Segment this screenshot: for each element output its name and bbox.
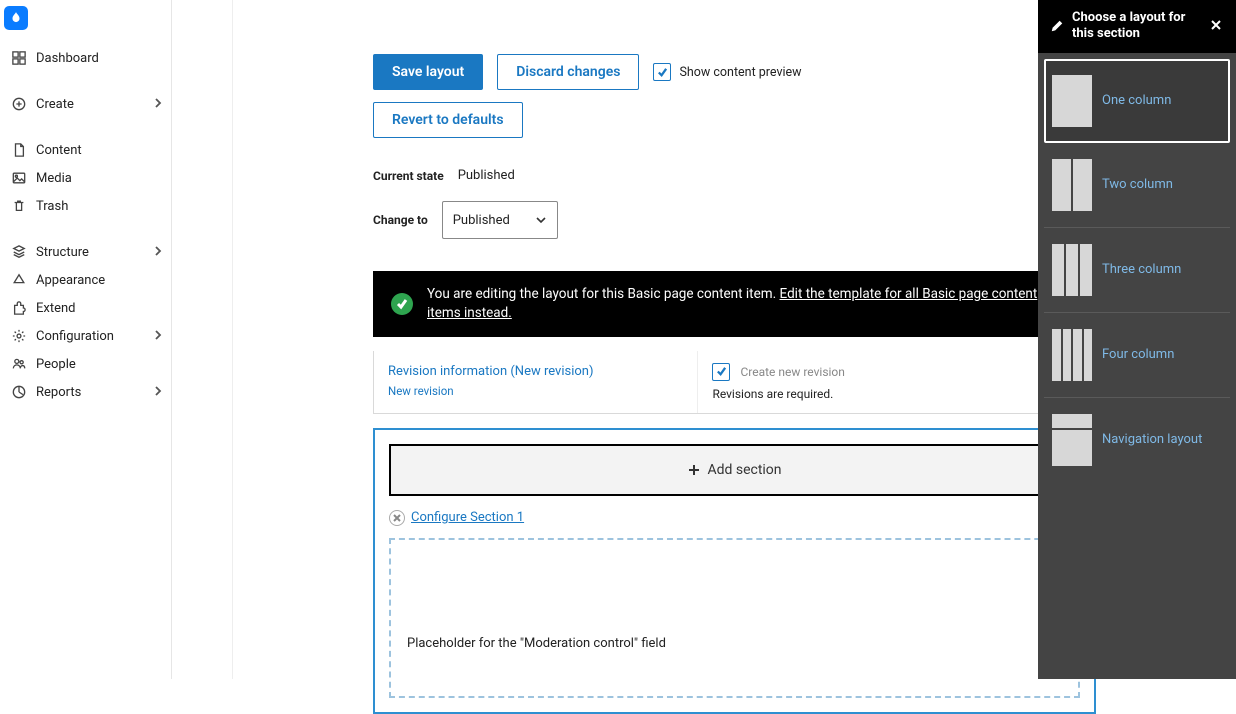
- remove-section-button[interactable]: [389, 510, 405, 526]
- chevron-right-icon: [153, 385, 163, 400]
- current-state-label: Current state: [373, 169, 444, 183]
- layout-option-two-column[interactable]: Two column: [1044, 143, 1230, 228]
- layout-option-label: Three column: [1102, 262, 1181, 277]
- three-column-thumb-icon: [1052, 244, 1092, 296]
- layout-option-label: Navigation layout: [1102, 432, 1202, 447]
- four-column-thumb-icon: [1052, 329, 1092, 381]
- two-column-thumb-icon: [1052, 159, 1092, 211]
- chevron-right-icon: [153, 97, 163, 112]
- sidebar-item-label: Content: [36, 143, 82, 158]
- sidebar-item-media[interactable]: Media: [0, 164, 171, 192]
- people-icon: [10, 357, 28, 371]
- admin-sidebar: Dashboard Create Content Media Trash Str…: [0, 0, 172, 679]
- layout-option-four-column[interactable]: Four column: [1044, 313, 1230, 398]
- sidebar-item-label: Appearance: [36, 273, 105, 288]
- layout-option-label: Two column: [1102, 177, 1173, 192]
- check-circle-icon: [391, 293, 413, 315]
- chevron-right-icon: [153, 329, 163, 344]
- close-drawer-button[interactable]: [1210, 19, 1224, 33]
- layout-option-navigation[interactable]: Navigation layout: [1044, 398, 1230, 482]
- sidebar-item-configuration[interactable]: Configuration: [0, 322, 171, 350]
- configure-section-link[interactable]: Configure Section 1: [411, 510, 524, 525]
- select-value: Published: [453, 213, 510, 228]
- add-section-label: Add section: [707, 462, 781, 478]
- sidebar-item-appearance[interactable]: Appearance: [0, 266, 171, 294]
- reports-icon: [10, 385, 28, 399]
- layout-option-label: Four column: [1102, 347, 1174, 362]
- sidebar-item-structure[interactable]: Structure: [0, 238, 171, 266]
- current-state-value: Published: [458, 168, 515, 183]
- revision-panel: Revision information (New revision) New …: [373, 351, 1096, 414]
- revert-defaults-button[interactable]: Revert to defaults: [373, 102, 523, 138]
- layout-picker-drawer: Choose a layout for this section One col…: [1038, 0, 1236, 679]
- placeholder-text: Placeholder for the "Moderation control"…: [407, 636, 666, 651]
- sidebar-item-label: Media: [36, 171, 72, 186]
- layout-builder-region: Add section Configure Section 1 Placehol…: [373, 428, 1096, 714]
- sidebar-item-extend[interactable]: Extend: [0, 294, 171, 322]
- navigation-layout-thumb-icon: [1052, 414, 1092, 466]
- revision-info-toggle[interactable]: Revision information (New revision): [388, 363, 683, 381]
- dashboard-icon: [10, 51, 28, 65]
- plus-circle-icon: [10, 97, 28, 111]
- sidebar-item-label: Trash: [36, 199, 68, 214]
- one-column-thumb-icon: [1052, 75, 1092, 127]
- save-layout-button[interactable]: Save layout: [373, 54, 483, 90]
- section-content-region[interactable]: Placeholder for the "Moderation control"…: [389, 538, 1080, 698]
- sidebar-item-trash[interactable]: Trash: [0, 192, 171, 220]
- image-icon: [10, 171, 28, 185]
- trash-icon: [10, 199, 28, 213]
- create-new-revision-checkbox[interactable]: [712, 363, 730, 381]
- new-revision-link[interactable]: New revision: [388, 384, 683, 398]
- sidebar-item-label: Configuration: [36, 329, 114, 344]
- sidebar-item-reports[interactable]: Reports: [0, 378, 171, 406]
- sidebar-item-content[interactable]: Content: [0, 136, 171, 164]
- layout-option-three-column[interactable]: Three column: [1044, 228, 1230, 313]
- pencil-icon: [1050, 19, 1064, 33]
- sidebar-item-label: Dashboard: [36, 51, 99, 66]
- discard-changes-button[interactable]: Discard changes: [497, 54, 639, 90]
- layout-option-one-column[interactable]: One column: [1044, 59, 1230, 143]
- layout-option-label: One column: [1102, 93, 1171, 108]
- sidebar-item-people[interactable]: People: [0, 350, 171, 378]
- sidebar-item-label: Reports: [36, 385, 81, 400]
- revisions-required-note: Revisions are required.: [712, 387, 1081, 401]
- drupal-logo-icon[interactable]: [4, 6, 28, 30]
- sidebar-item-label: People: [36, 357, 76, 372]
- show-preview-checkbox[interactable]: [653, 63, 671, 81]
- message-text: You are editing the layout for this Basi…: [427, 286, 780, 302]
- show-preview-label: Show content preview: [679, 65, 801, 80]
- sidebar-item-dashboard[interactable]: Dashboard: [0, 44, 171, 72]
- status-message: You are editing the layout for this Basi…: [373, 271, 1096, 337]
- file-icon: [10, 143, 28, 157]
- change-to-label: Change to: [373, 213, 428, 227]
- appearance-icon: [10, 273, 28, 287]
- sidebar-item-label: Extend: [36, 301, 76, 316]
- sidebar-item-label: Create: [36, 97, 74, 112]
- sidebar-item-create[interactable]: Create: [0, 90, 171, 118]
- sidebar-item-label: Structure: [36, 245, 89, 260]
- add-section-button[interactable]: Add section: [389, 444, 1080, 496]
- layers-icon: [10, 245, 28, 259]
- chevron-right-icon: [153, 245, 163, 260]
- puzzle-icon: [10, 301, 28, 315]
- gear-icon: [10, 329, 28, 343]
- create-new-revision-label: Create new revision: [740, 365, 844, 379]
- drawer-title: Choose a layout for this section: [1072, 10, 1202, 43]
- change-to-select[interactable]: Published: [442, 201, 558, 239]
